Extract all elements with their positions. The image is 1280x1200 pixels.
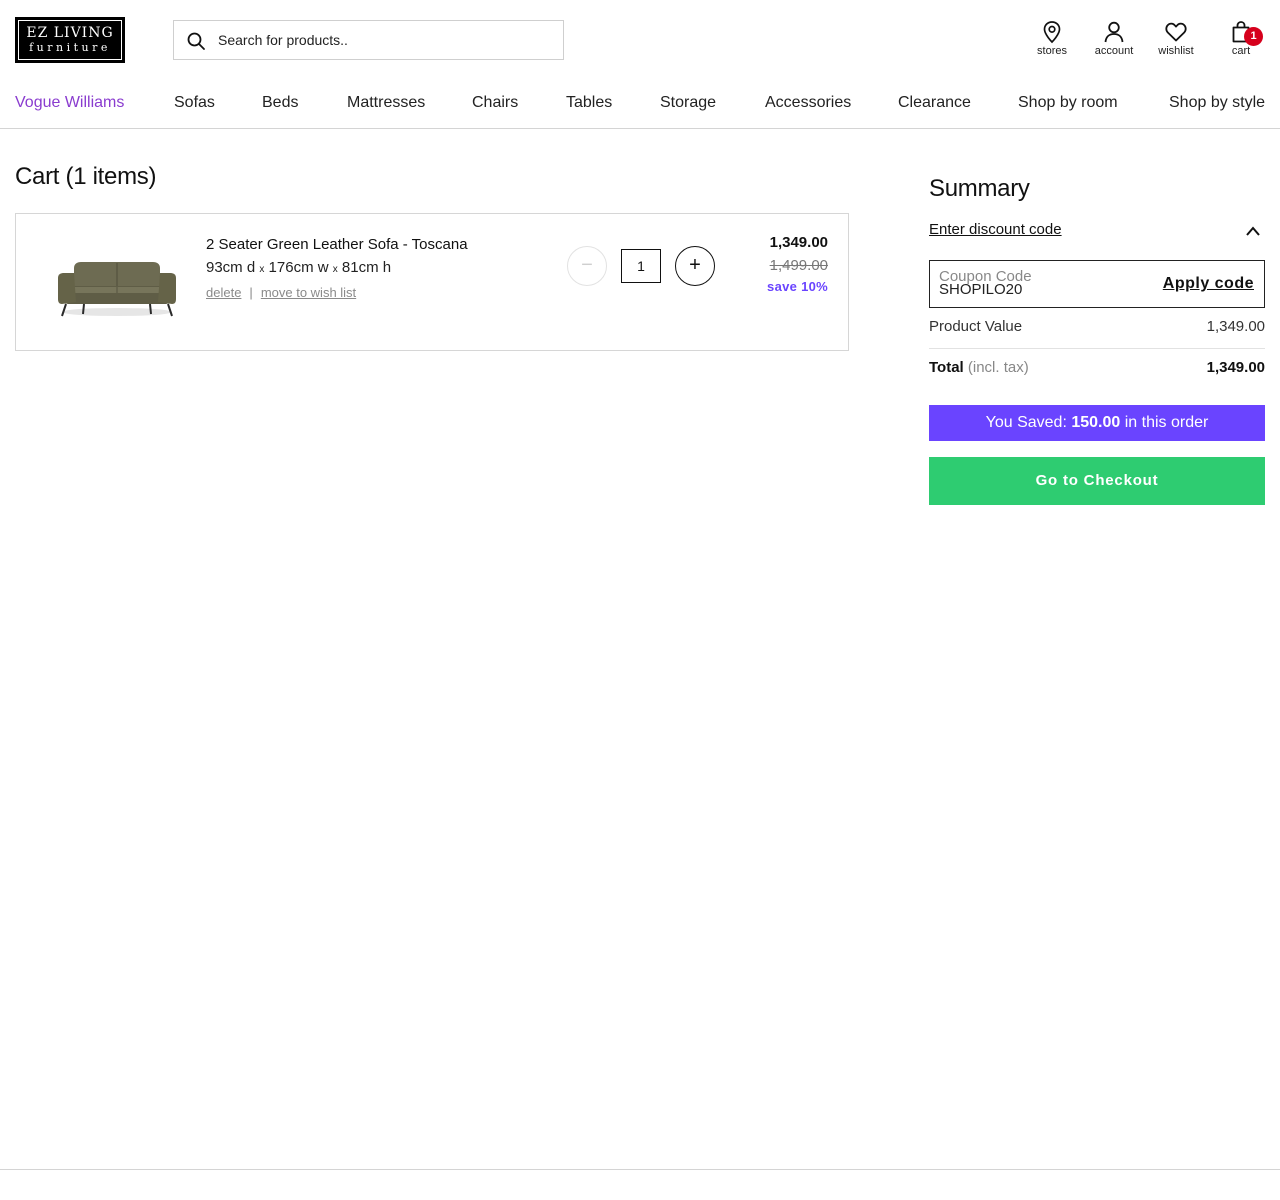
nav-item-chairs[interactable]: Chairs: [472, 94, 518, 112]
ez-living-logo[interactable]: EZ LIVING furniture: [15, 17, 125, 63]
savings-percentage: save 10%: [767, 279, 828, 294]
cart-title: Cart (1 items): [15, 163, 157, 190]
apply-code-button[interactable]: Apply code: [1163, 275, 1254, 293]
wishlist-label: wishlist: [1158, 45, 1194, 57]
total-amount: 1,349.00: [1206, 359, 1265, 376]
stores-label: stores: [1037, 45, 1067, 57]
product-dimensions: 93cm d x 176cm w x 81cm h: [206, 259, 391, 276]
go-to-checkout-button[interactable]: Go to Checkout: [929, 457, 1265, 505]
original-price: 1,499.00: [769, 257, 828, 274]
nav-item-vogue-williams[interactable]: Vogue Williams: [15, 94, 124, 112]
account-label: account: [1094, 45, 1134, 57]
product-value-row: Product Value 1,349.00: [929, 318, 1265, 349]
link-separator: |: [249, 285, 253, 300]
search-icon[interactable]: [186, 31, 206, 51]
item-actions: delete | move to wish list: [206, 285, 356, 300]
nav-item-sofas[interactable]: Sofas: [174, 94, 215, 112]
product-name[interactable]: 2 Seater Green Leather Sofa - Toscana: [206, 236, 468, 253]
cart-item: 2 Seater Green Leather Sofa - Toscana 93…: [15, 213, 849, 351]
quantity-decrease-button[interactable]: −: [567, 246, 607, 286]
logo-text-line2: furniture: [29, 41, 111, 54]
heart-icon: [1165, 22, 1187, 42]
summary-title: Summary: [929, 175, 1030, 202]
quantity-increase-button[interactable]: +: [675, 246, 715, 286]
nav-item-mattresses[interactable]: Mattresses: [347, 94, 425, 112]
nav-item-shop-by-style[interactable]: Shop by style: [1169, 94, 1265, 112]
nav-item-storage[interactable]: Storage: [660, 94, 716, 112]
nav-item-accessories[interactable]: Accessories: [765, 94, 851, 112]
search-input[interactable]: [218, 29, 548, 51]
dimension-separator: x: [332, 264, 338, 275]
nav-item-tables[interactable]: Tables: [566, 94, 612, 112]
logo-frame: EZ LIVING furniture: [18, 20, 122, 60]
dimension-height: 81cm h: [341, 259, 392, 276]
wishlist-link[interactable]: wishlist: [1148, 20, 1204, 64]
footer-divider: [0, 1169, 1280, 1170]
coupon-field[interactable]: Coupon Code Apply code: [929, 260, 1265, 308]
user-icon: [1104, 21, 1124, 43]
logo-text-line1: EZ LIVING: [26, 25, 114, 41]
coupon-input[interactable]: [939, 281, 1139, 298]
cart-link[interactable]: 1 cart: [1213, 20, 1269, 64]
sofa-product-image[interactable]: [54, 252, 180, 324]
dimension-width: 176cm w: [268, 259, 329, 276]
quantity-input[interactable]: [621, 249, 661, 283]
search-bar[interactable]: [173, 20, 564, 60]
site-header: EZ LIVING furniture stores account wishl…: [0, 0, 1280, 80]
total-tax-note: (incl. tax): [967, 359, 1029, 376]
savings-amount: 150.00: [1071, 414, 1121, 431]
current-price: 1,349.00: [769, 234, 828, 251]
chevron-up-icon[interactable]: [1244, 224, 1262, 238]
total-label: Total: [929, 359, 964, 376]
savings-banner: You Saved: 150.00 in this order: [929, 405, 1265, 441]
total-row: Total (incl. tax) 1,349.00: [929, 359, 1265, 376]
enter-discount-code-toggle[interactable]: Enter discount code: [929, 221, 1062, 238]
stores-link[interactable]: stores: [1024, 20, 1080, 64]
savings-prefix: You Saved:: [985, 414, 1067, 431]
move-to-wishlist-link[interactable]: move to wish list: [261, 285, 356, 300]
cart-label: cart: [1231, 45, 1251, 57]
main-navigation: Vogue Williams Sofas Beds Mattresses Cha…: [0, 80, 1280, 129]
account-link[interactable]: account: [1086, 20, 1142, 64]
dimension-depth: 93cm d: [206, 259, 256, 276]
location-pin-icon: [1043, 21, 1061, 44]
delete-link[interactable]: delete: [206, 285, 241, 300]
nav-item-shop-by-room[interactable]: Shop by room: [1018, 94, 1118, 112]
savings-suffix: in this order: [1124, 414, 1209, 431]
nav-item-beds[interactable]: Beds: [262, 94, 298, 112]
product-value-label: Product Value: [929, 318, 1023, 335]
nav-item-clearance[interactable]: Clearance: [898, 94, 971, 112]
dimension-separator: x: [259, 264, 265, 275]
product-value-amount: 1,349.00: [1206, 318, 1265, 335]
cart-count-badge: 1: [1244, 27, 1263, 46]
